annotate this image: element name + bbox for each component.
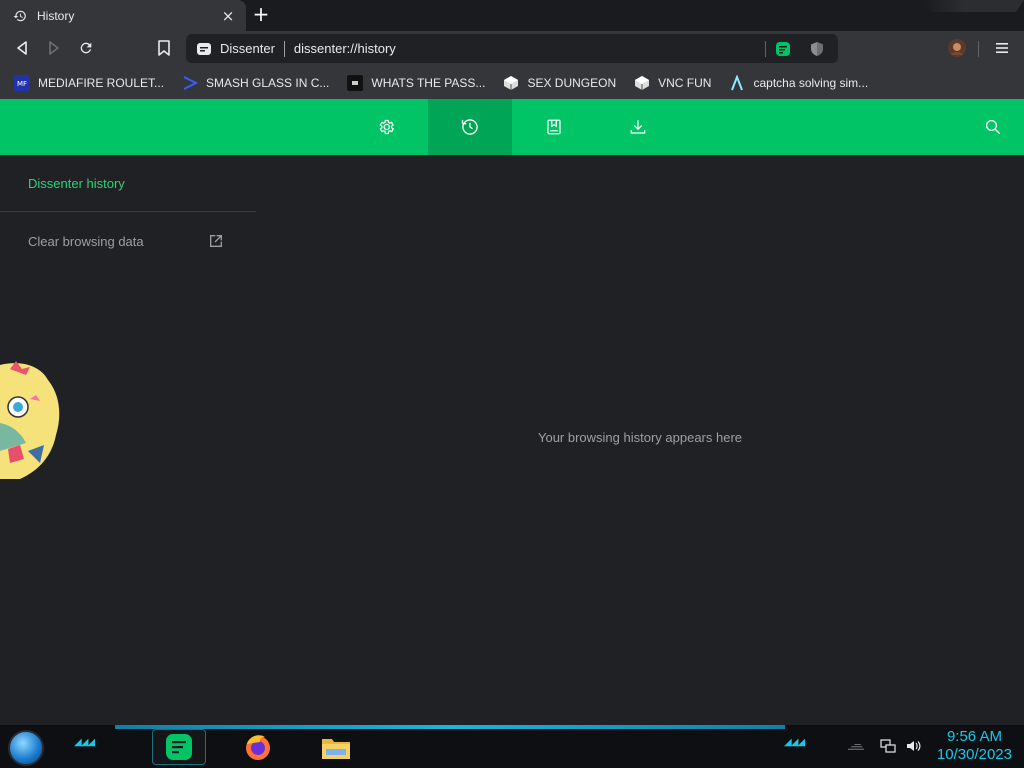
bookmark-item[interactable]: MF MEDIAFIRE ROULET... — [14, 74, 164, 91]
taskbar-app-dissenter[interactable] — [152, 729, 206, 765]
network-icon[interactable] — [880, 738, 896, 754]
tab-history[interactable]: History × — [0, 0, 246, 31]
cube-icon — [634, 75, 650, 91]
taskbar-glow-strip — [115, 725, 785, 729]
history-icon — [461, 119, 478, 135]
profile-avatar[interactable] — [947, 38, 967, 58]
tab-title: History — [37, 8, 75, 23]
external-link-icon — [210, 235, 222, 247]
menu-button[interactable] — [992, 38, 1012, 58]
desktop-mascot-image — [0, 361, 60, 479]
forward-button[interactable] — [44, 38, 64, 58]
history-page-header — [0, 99, 1024, 155]
lambda-icon — [729, 74, 745, 91]
url-text[interactable]: dissenter://history — [294, 41, 765, 56]
bookmark-item[interactable]: WHATS THE PASS... — [347, 74, 485, 91]
clock-time: 9:56 AM — [946, 728, 1002, 745]
svg-text:MF: MF — [17, 80, 27, 88]
dissenter-extension-icon[interactable] — [774, 40, 792, 58]
volume-icon[interactable] — [905, 738, 921, 754]
nav-history[interactable] — [428, 99, 512, 155]
search-icon — [985, 119, 1001, 135]
dissenter-site-icon — [196, 41, 212, 57]
back-arrow-icon — [17, 41, 27, 55]
bookmarks-bar: MF MEDIAFIRE ROULET... SMASH GLASS IN C.… — [0, 66, 1024, 99]
bookmark-item[interactable]: VNC FUN — [634, 75, 711, 91]
nav-bookmarks[interactable] — [512, 99, 596, 155]
extension-divider — [765, 40, 766, 57]
nav-settings[interactable] — [344, 99, 428, 155]
forward-arrow-icon — [49, 41, 59, 55]
toolbar-divider — [978, 41, 979, 57]
start-button[interactable] — [8, 730, 44, 766]
show-desktop-icon[interactable] — [848, 738, 864, 754]
gear-icon — [379, 119, 395, 135]
toolbar: Dissenter dissenter://history — [0, 31, 1024, 66]
close-tab-icon[interactable]: × — [220, 8, 236, 24]
site-name: Dissenter — [220, 41, 275, 56]
clock-date: 10/30/2023 — [936, 746, 1012, 763]
clear-browsing-data-link[interactable]: Clear browsing data — [28, 231, 224, 251]
mediafire-icon: MF — [14, 74, 30, 91]
taskbar-clock[interactable]: 9:56 AM 10/30/2023 — [937, 728, 1012, 764]
avatar-icon — [948, 39, 966, 57]
folder-icon — [322, 739, 350, 759]
nav-downloads[interactable] — [596, 99, 680, 155]
taskbar: ◢◢◢ ◢◢◢ 9:56 AM 10/30/2023 — [0, 725, 1024, 768]
firefox-icon — [246, 735, 270, 760]
history-icon — [12, 8, 28, 24]
roblox-icon — [347, 74, 364, 91]
taskbar-app-file-explorer[interactable] — [318, 729, 354, 765]
taskbar-decoration-right: ◢◢◢ — [784, 737, 805, 748]
bookmark-outline-icon — [158, 40, 170, 56]
reload-button[interactable] — [76, 38, 96, 58]
download-icon — [630, 120, 646, 134]
tab-strip: History × + — [0, 0, 1024, 31]
reload-icon — [80, 42, 92, 54]
browser-window: History × + Dissenter dissenter://histor… — [0, 0, 1024, 768]
address-bar[interactable]: Dissenter dissenter://history — [186, 34, 838, 63]
cube-icon — [503, 75, 519, 91]
window-edge-decoration — [924, 0, 1024, 12]
new-tab-button[interactable]: + — [250, 4, 272, 26]
history-page-content: Dissenter history Clear browsing data Yo… — [0, 155, 1024, 725]
back-button[interactable] — [12, 38, 32, 58]
search-button[interactable] — [951, 99, 1024, 155]
dissenter-app-icon — [166, 734, 192, 760]
bookmark-page-button[interactable] — [154, 38, 174, 58]
sidebar-divider — [0, 211, 256, 212]
taskbar-decoration-left: ◢◢◢ — [74, 737, 95, 748]
address-separator — [283, 40, 285, 57]
empty-history-message: Your browsing history appears here — [537, 430, 743, 445]
bookmark-item[interactable]: SMASH GLASS IN C... — [182, 75, 329, 91]
bookmark-item[interactable]: captcha solving sim... — [729, 74, 868, 91]
bookmark-icon — [547, 119, 561, 135]
hamburger-menu-icon — [996, 43, 1008, 53]
taskbar-app-firefox[interactable] — [240, 729, 276, 765]
clear-browsing-data-label: Clear browsing data — [28, 233, 144, 249]
bookmark-item[interactable]: SEX DUNGEON — [503, 75, 616, 91]
sidebar-title[interactable]: Dissenter history — [28, 176, 125, 191]
bracket-icon — [182, 75, 199, 91]
shield-icon[interactable] — [808, 40, 826, 58]
